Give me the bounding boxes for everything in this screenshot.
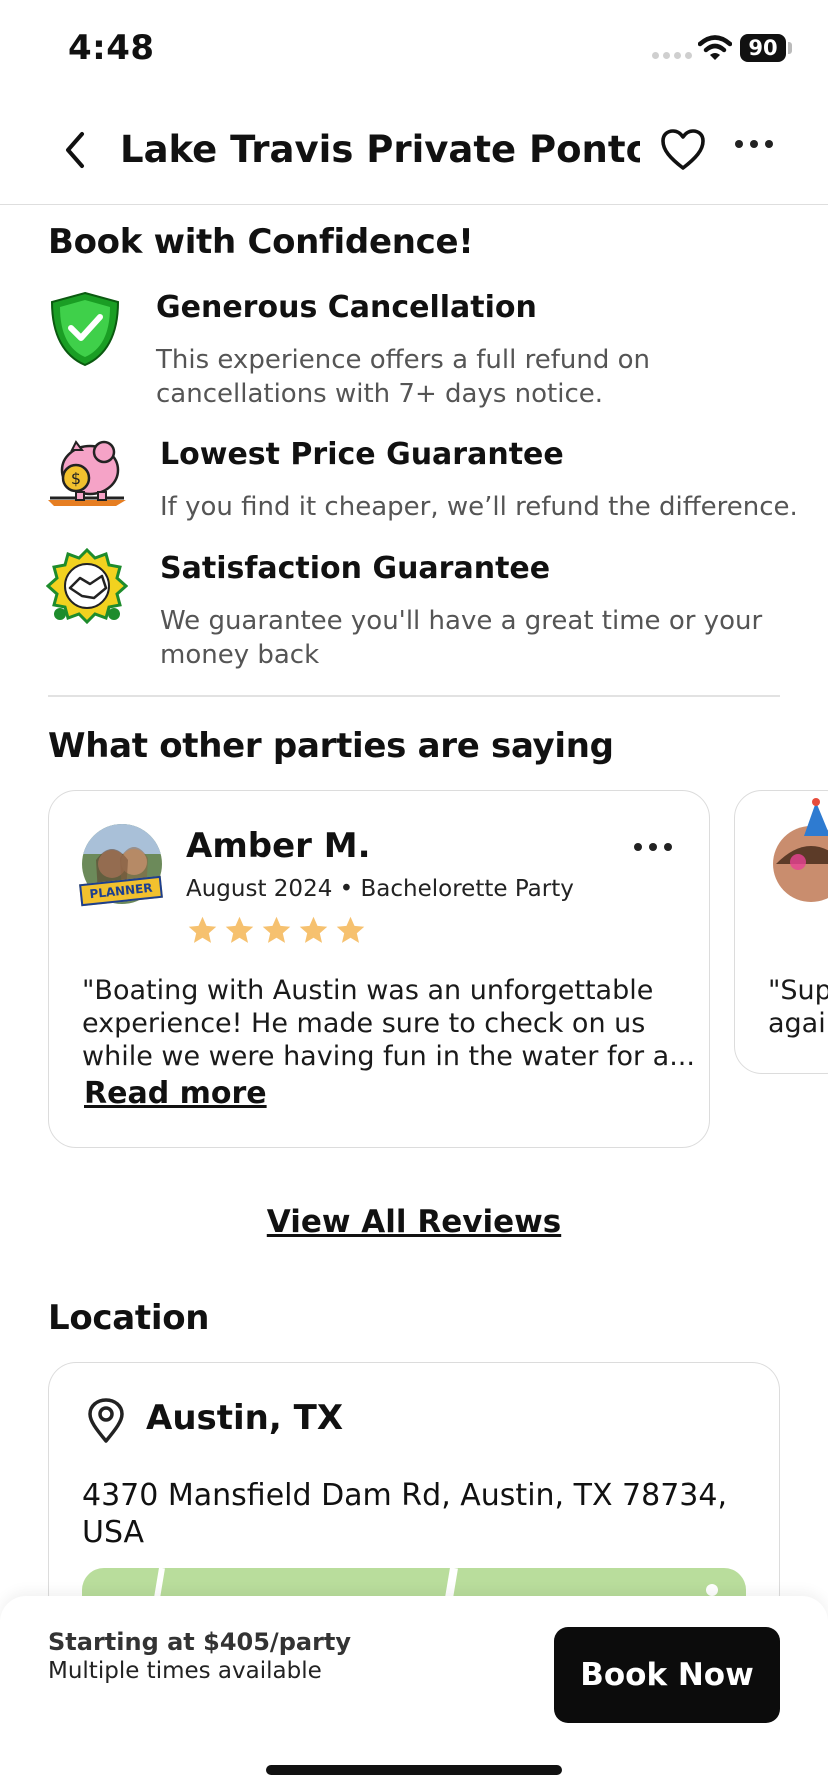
review-text-line: "Boating with Austin was an unforgettabl… (82, 975, 654, 1006)
map-pin-icon (88, 1398, 124, 1443)
piggy-bank-icon: $ (48, 440, 126, 506)
feature-desc: This experience offers a full refund on (156, 345, 650, 375)
avatar (773, 798, 828, 902)
view-all-reviews-link[interactable]: View All Reviews (0, 1204, 828, 1240)
reviewer-name: Amber M. (186, 826, 371, 866)
header-divider (0, 204, 828, 205)
review-text-line: agai (768, 1008, 826, 1039)
wifi-icon (698, 35, 732, 60)
feature-title: Generous Cancellation (156, 290, 537, 325)
location-address-line: 4370 Mansfield Dam Rd, Austin, TX 78734, (82, 1478, 727, 1513)
location-address-line: USA (82, 1515, 145, 1550)
availability-text: Multiple times available (48, 1658, 322, 1684)
feature-desc: If you find it cheaper, we’ll refund the… (160, 492, 798, 522)
review-more-icon[interactable] (634, 843, 672, 851)
star-rating (186, 914, 367, 947)
feature-desc: cancellations with 7+ days notice. (156, 379, 604, 409)
shield-check-icon (50, 291, 120, 367)
review-text-line: while we were having fun in the water fo… (82, 1041, 695, 1072)
book-now-button[interactable]: Book Now (554, 1627, 780, 1723)
handshake-badge-icon (46, 548, 128, 624)
starting-price: Starting at $405/party (48, 1628, 352, 1656)
star-icon (225, 916, 254, 943)
reviews-heading: What other parties are saying (48, 726, 614, 766)
feature-desc: We guarantee you'll have a great time or… (160, 606, 763, 636)
status-time: 4:48 (68, 28, 155, 68)
feature-title: Lowest Price Guarantee (160, 437, 564, 472)
more-options-icon[interactable] (735, 140, 773, 148)
location-city: Austin, TX (146, 1398, 344, 1438)
star-icon (336, 916, 365, 943)
review-text-line: experience! He made sure to check on us (82, 1008, 646, 1039)
back-chevron-icon[interactable] (60, 130, 90, 170)
battery-nub (788, 42, 792, 54)
section-divider (48, 695, 780, 697)
battery-icon: 90 (740, 34, 786, 62)
feature-title: Satisfaction Guarantee (160, 551, 551, 586)
star-icon (299, 916, 328, 943)
star-icon (188, 916, 217, 943)
cellular-signal-icon (652, 52, 692, 59)
feature-desc: money back (160, 640, 320, 670)
star-icon (262, 916, 291, 943)
page-title: Lake Travis Private Pontoon P... (120, 128, 640, 171)
review-meta: August 2024 • Bachelorette Party (186, 876, 574, 902)
favorite-heart-icon[interactable] (660, 128, 706, 172)
confidence-heading: Book with Confidence! (48, 222, 474, 262)
review-text-line: "Sup (768, 975, 828, 1006)
svg-text:$: $ (71, 469, 81, 488)
location-heading: Location (48, 1298, 210, 1338)
read-more-link[interactable]: Read more (84, 1076, 267, 1111)
home-indicator[interactable] (266, 1765, 562, 1775)
